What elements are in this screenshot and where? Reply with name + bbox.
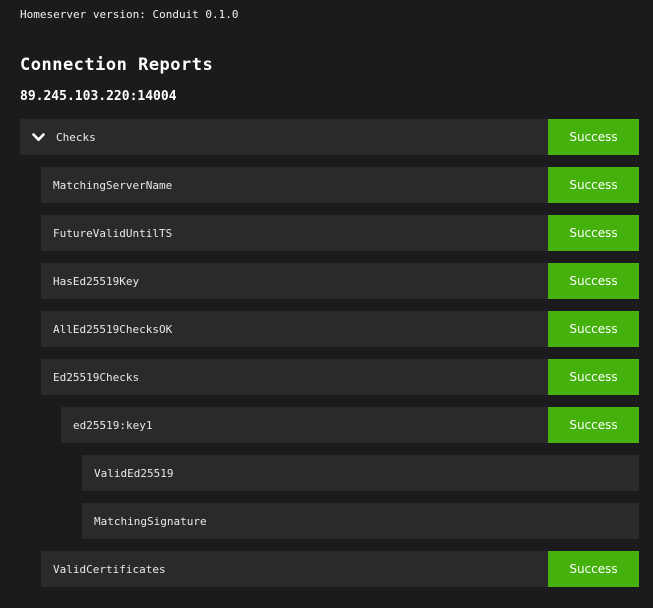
check-label: Ed25519Checks <box>53 371 139 384</box>
status-badge: Success <box>548 359 639 395</box>
report-row-bar[interactable]: ed25519:key1 <box>61 407 548 443</box>
chevron-down-icon[interactable] <box>32 133 45 142</box>
report-row: ed25519:key1 Success <box>61 407 639 443</box>
status-badge: Success <box>548 167 639 203</box>
check-label: ValidEd25519 <box>94 467 173 480</box>
report-row: ValidEd25519 <box>82 455 639 491</box>
check-label: AllEd25519ChecksOK <box>53 323 172 336</box>
homeserver-version-text: Homeserver version: Conduit 0.1.0 <box>20 8 633 21</box>
page-title: Connection Reports <box>20 55 633 75</box>
check-label: Checks <box>56 131 96 144</box>
report-row-bar[interactable]: FutureValidUntilTS <box>41 215 548 251</box>
report-row: MatchingServerName Success <box>41 167 639 203</box>
reports-list: Checks Success MatchingServerName Succes… <box>20 119 639 587</box>
report-row: FutureValidUntilTS Success <box>41 215 639 251</box>
report-row-bar[interactable]: ValidCertificates <box>41 551 548 587</box>
report-row: ValidCertificates Success <box>41 551 639 587</box>
report-row: MatchingSignature <box>82 503 639 539</box>
report-row: Ed25519Checks Success <box>41 359 639 395</box>
status-badge: Success <box>548 263 639 299</box>
check-label: ed25519:key1 <box>73 419 152 432</box>
report-row: HasEd25519Key Success <box>41 263 639 299</box>
report-row-bar[interactable]: HasEd25519Key <box>41 263 548 299</box>
report-row-bar[interactable]: Checks <box>20 119 548 155</box>
report-row: AllEd25519ChecksOK Success <box>41 311 639 347</box>
report-row: Checks Success <box>20 119 639 155</box>
check-label: MatchingSignature <box>94 515 207 528</box>
report-row-bar[interactable]: Ed25519Checks <box>41 359 548 395</box>
check-label: ValidCertificates <box>53 563 166 576</box>
status-badge: Success <box>548 215 639 251</box>
report-row-bar[interactable]: MatchingSignature <box>82 503 639 539</box>
status-badge: Success <box>548 311 639 347</box>
check-label: MatchingServerName <box>53 179 172 192</box>
check-label: HasEd25519Key <box>53 275 139 288</box>
report-row-bar[interactable]: AllEd25519ChecksOK <box>41 311 548 347</box>
status-badge: Success <box>548 407 639 443</box>
report-row-bar[interactable]: MatchingServerName <box>41 167 548 203</box>
server-address: 89.245.103.220:14004 <box>20 89 633 104</box>
status-badge: Success <box>548 551 639 587</box>
report-row-bar[interactable]: ValidEd25519 <box>82 455 639 491</box>
status-badge: Success <box>548 119 639 155</box>
check-label: FutureValidUntilTS <box>53 227 172 240</box>
